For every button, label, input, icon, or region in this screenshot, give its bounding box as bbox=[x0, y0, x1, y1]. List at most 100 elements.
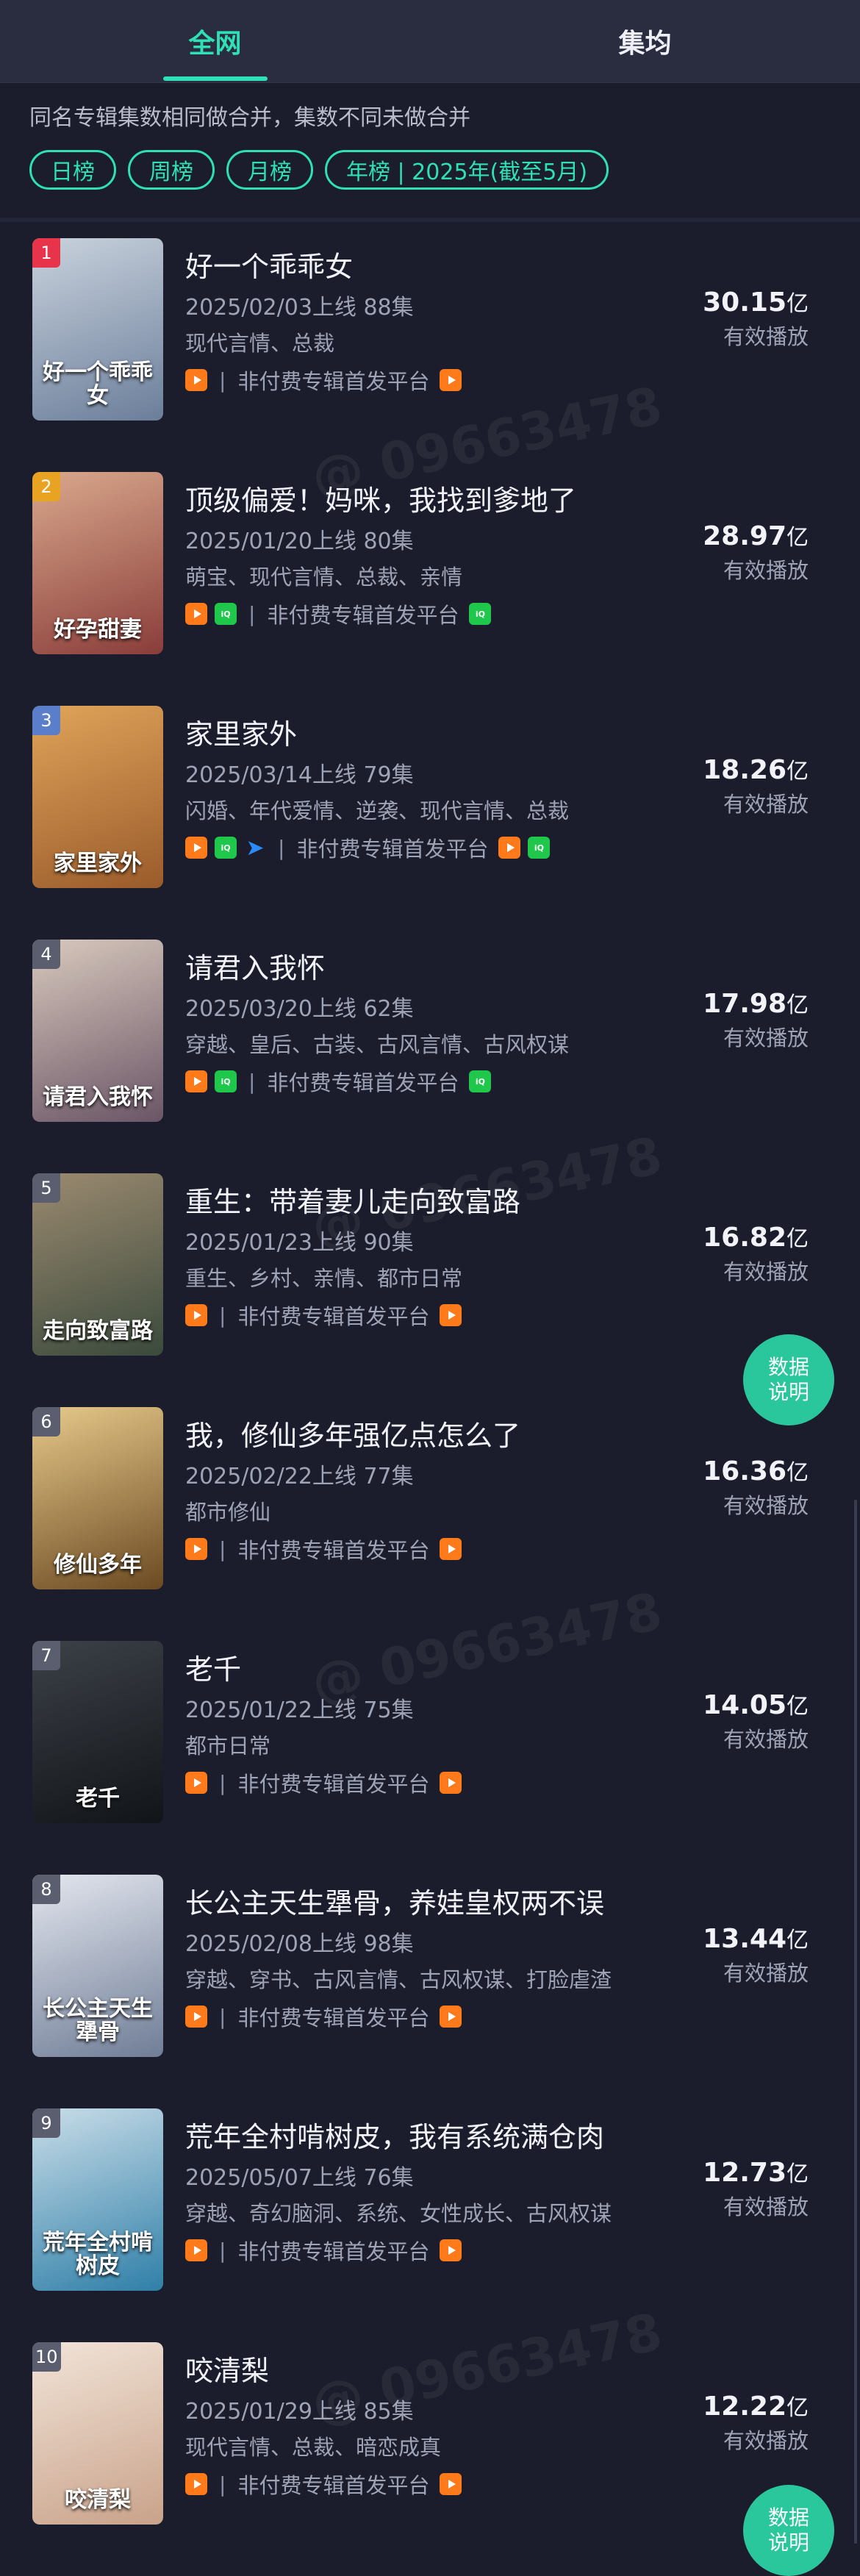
platform-tv-icon bbox=[440, 2006, 462, 2028]
platform-tv-icon bbox=[440, 2239, 462, 2261]
poster-caption: 长公主天生犟骨 bbox=[43, 1996, 153, 2045]
poster-image[interactable]: 10 咬清梨 bbox=[32, 2342, 163, 2525]
poster-image[interactable]: 9 荒年全村啃树皮 bbox=[32, 2108, 163, 2291]
play-count-label: 有效播放 bbox=[723, 1727, 809, 1752]
divider: | bbox=[219, 1536, 226, 1561]
tab-per-episode[interactable]: 集均 bbox=[430, 0, 860, 82]
poster-image[interactable]: 4 请君入我怀 bbox=[32, 940, 163, 1122]
platform-row: iQ | 非付费专辑首发平台 iQ bbox=[185, 1066, 492, 1097]
first-platform-label: 非付费专辑首发平台 bbox=[237, 1772, 430, 1797]
release-info: 2025/05/07上线 76集 bbox=[185, 2165, 414, 2191]
play-count: 16.36亿 bbox=[703, 1454, 809, 1486]
fab-label-line1: 数据 bbox=[767, 2505, 809, 2530]
scrollbar[interactable] bbox=[854, 1500, 857, 2544]
chip-yearly[interactable]: 年榜 | 2025年(截至5月) bbox=[325, 150, 609, 190]
platform-iqiyi-icon: iQ bbox=[469, 1070, 492, 1092]
poster-image[interactable]: 8 长公主天生犟骨 bbox=[32, 1875, 163, 2057]
list-item[interactable]: 1 好一个乖乖女 好一个乖乖女 2025/02/03上线 88集 现代言情、总裁 | 非付费… bbox=[0, 222, 860, 456]
item-title[interactable]: 请君入我怀 bbox=[185, 945, 325, 986]
item-title[interactable]: 长公主天生犟骨，养娃皇权两不误 bbox=[185, 1881, 604, 1921]
data-explanation-button[interactable]: 数据 说明 bbox=[743, 1334, 834, 1425]
list-item[interactable]: 9 荒年全村啃树皮 荒年全村啃树皮，我有系统满仓肉 2025/05/07上线 76集穿… bbox=[0, 2092, 860, 2326]
poster-caption: 走向致富路 bbox=[43, 1317, 153, 1344]
poster-image[interactable]: 6 修仙多年 bbox=[32, 1407, 163, 1589]
item-title[interactable]: 我，修仙多年强亿点怎么了 bbox=[185, 1413, 520, 1453]
poster-caption: 好一个乖乖女 bbox=[43, 359, 153, 409]
list-item[interactable]: 7 老千 老千 2025/01/22上线 75集 都市日常 | 非付费专辑首发平台 14.05… bbox=[0, 1625, 860, 1858]
poster-image[interactable]: 1 好一个乖乖女 bbox=[32, 238, 163, 421]
chip-monthly[interactable]: 月榜 bbox=[226, 150, 313, 190]
poster-image[interactable]: 2 好孕甜妻 bbox=[32, 472, 163, 654]
period-filter-chips: 日榜 周榜 月榜 年榜 | 2025年(截至5月) bbox=[29, 150, 609, 190]
genre-tags: 都市日常 bbox=[185, 1734, 271, 1759]
list-item[interactable]: 2 好孕甜妻 顶级偏爱！妈咪，我找到爹地了 2025/01/20上线 80集 萌宝、现代… bbox=[0, 456, 860, 690]
platform-row: iQ | 非付费专辑首发平台 iQ bbox=[185, 598, 492, 629]
play-count-unit: 亿 bbox=[786, 992, 809, 1018]
first-platform-label: 非付费专辑首发平台 bbox=[267, 603, 459, 628]
divider: | bbox=[248, 1069, 256, 1094]
play-count-number: 17.98 bbox=[703, 989, 786, 1019]
genre-tags: 萌宝、现代言情、总裁、亲情 bbox=[185, 565, 463, 590]
list-item[interactable]: 6 修仙多年 我，修仙多年强亿点怎么了 2025/02/22上线 77集 都市修仙 | 非付… bbox=[0, 1391, 860, 1625]
item-title[interactable]: 好一个乖乖女 bbox=[185, 244, 353, 285]
play-count-label: 有效播放 bbox=[723, 324, 809, 349]
list-item[interactable]: 4 请君入我怀 请君入我怀 2025/03/20上线 62集穿越、皇后、古装、古风言情… bbox=[0, 923, 860, 1157]
divider: | bbox=[219, 2238, 226, 2263]
play-count-number: 12.73 bbox=[703, 2158, 786, 2188]
platform-tv-icon bbox=[185, 369, 207, 391]
fab-label-line2: 说明 bbox=[767, 1380, 809, 1404]
list-item[interactable]: 3 家里家外 家里家外 2025/03/14上线 79集 闪婚、年代爱情、逆袭、现代言情… bbox=[0, 690, 860, 923]
release-info: 2025/02/22上线 77集 bbox=[185, 1464, 414, 1489]
platform-tv-icon bbox=[185, 1538, 207, 1560]
item-title[interactable]: 咬清梨 bbox=[185, 2348, 269, 2389]
play-count: 13.44亿 bbox=[703, 1922, 809, 1954]
play-count-unit: 亿 bbox=[786, 1928, 809, 1953]
poster-caption: 咬清梨 bbox=[65, 2486, 131, 2513]
item-title[interactable]: 顶级偏爱！妈咪，我找到爹地了 bbox=[185, 478, 576, 518]
poster-image[interactable]: 3 家里家外 bbox=[32, 706, 163, 888]
divider: | bbox=[248, 601, 256, 626]
list-item[interactable]: 10 咬清梨 咬清梨 2025/01/29上线 85集 现代言情、总裁、暗恋成真 | 非付费… bbox=[0, 2326, 860, 2560]
divider: | bbox=[219, 1303, 226, 1328]
item-title[interactable]: 家里家外 bbox=[185, 712, 297, 752]
list-item[interactable]: 5 走向致富路 重生：带着妻儿走向致富路 2025/01/23上线 90集 重生、乡村、… bbox=[0, 1157, 860, 1391]
poster-image[interactable]: 5 走向致富路 bbox=[32, 1173, 163, 1356]
top-tab-bar: 全网 集均 bbox=[0, 0, 860, 83]
rank-badge: 1 bbox=[32, 238, 60, 268]
genre-tags: 穿越、皇后、古装、古风言情、古风权谋 bbox=[185, 1032, 570, 1057]
platform-tv-icon bbox=[440, 1304, 462, 1326]
platform-tv-icon bbox=[185, 2239, 207, 2261]
play-count: 16.82亿 bbox=[703, 1220, 809, 1253]
play-count-label: 有效播放 bbox=[723, 2428, 809, 2453]
tab-all-network[interactable]: 全网 bbox=[0, 0, 430, 82]
play-count: 12.73亿 bbox=[703, 2155, 809, 2188]
release-info: 2025/02/03上线 88集 bbox=[185, 295, 414, 321]
release-info: 2025/01/22上线 75集 bbox=[185, 1697, 414, 1723]
first-platform-label: 非付费专辑首发平台 bbox=[237, 2239, 430, 2264]
play-count-label: 有效播放 bbox=[723, 1961, 809, 1986]
item-title[interactable]: 老千 bbox=[185, 1647, 241, 1687]
play-count-number: 16.36 bbox=[703, 1456, 786, 1486]
item-title[interactable]: 重生：带着妻儿走向致富路 bbox=[185, 1179, 520, 1220]
platform-tv-icon bbox=[185, 1070, 207, 1092]
play-count-number: 13.44 bbox=[703, 1924, 786, 1954]
poster-image[interactable]: 7 老千 bbox=[32, 1641, 163, 1823]
chip-daily[interactable]: 日榜 bbox=[29, 150, 116, 190]
item-title[interactable]: 荒年全村啃树皮，我有系统满仓肉 bbox=[185, 2114, 604, 2155]
platform-iqiyi-icon: iQ bbox=[215, 837, 237, 859]
platform-tv-icon bbox=[185, 2006, 207, 2028]
divider: | bbox=[219, 1770, 226, 1795]
release-info: 2025/03/20上线 62集 bbox=[185, 996, 414, 1022]
divider: | bbox=[278, 835, 285, 860]
platform-row: | 非付费专辑首发平台 bbox=[185, 1767, 462, 1798]
platform-tv-icon bbox=[185, 837, 207, 859]
play-count: 12.22亿 bbox=[703, 2389, 809, 2422]
play-count: 14.05亿 bbox=[703, 1688, 809, 1720]
chip-weekly[interactable]: 周榜 bbox=[128, 150, 215, 190]
platform-tv-icon bbox=[440, 1772, 462, 1794]
data-explanation-button[interactable]: 数据 说明 bbox=[743, 2485, 834, 2576]
play-count-unit: 亿 bbox=[786, 2161, 809, 2187]
platform-tv-icon bbox=[185, 1772, 207, 1794]
list-item[interactable]: 8 长公主天生犟骨 长公主天生犟骨，养娃皇权两不误 2025/02/08上线 98集穿… bbox=[0, 1858, 860, 2092]
rank-badge: 9 bbox=[32, 2108, 60, 2138]
